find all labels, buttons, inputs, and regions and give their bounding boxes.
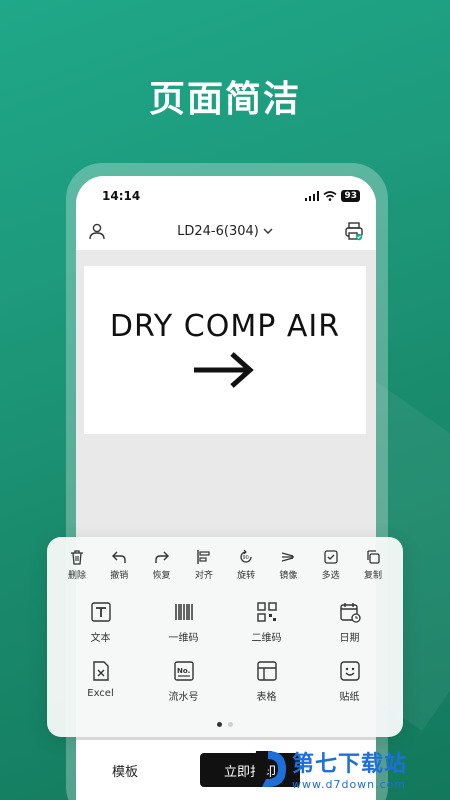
wifi-icon: [323, 191, 337, 201]
copy-button[interactable]: 复制: [353, 549, 393, 581]
template-tab[interactable]: 模板: [112, 761, 172, 780]
device-name: LD24-6(304): [177, 223, 259, 239]
element-label: 二维码: [251, 633, 282, 644]
arrow-right-icon[interactable]: [190, 348, 260, 392]
copy-icon: [367, 550, 380, 564]
add-serial-number-button[interactable]: No. 流水号: [142, 660, 225, 703]
status-icons: 93: [305, 190, 360, 202]
serial-number-icon: No.: [173, 661, 194, 681]
svg-text:90: 90: [243, 555, 249, 561]
page-dot-active: [217, 722, 222, 727]
edit-toolbar: 删除 撤销 恢复 对齐 90 旋转 镜像 多选 复制: [47, 537, 403, 581]
element-grid: 文本 一维码 二维码 日期 Excel No. 流水号 表格 贴纸: [47, 581, 403, 703]
page-headline: 页面简洁: [148, 79, 301, 120]
app-bar: LD24-6(304): [76, 216, 376, 250]
trash-icon: [71, 550, 83, 565]
user-icon[interactable]: [88, 222, 106, 240]
multi-select-button[interactable]: 多选: [311, 549, 351, 581]
add-date-button[interactable]: 日期: [308, 601, 391, 644]
chevron-down-icon: [263, 228, 273, 234]
multi-select-icon: [324, 550, 338, 564]
watermark-logo-icon: [254, 750, 286, 787]
label-text[interactable]: DRY COMP AIR: [110, 309, 340, 344]
delete-button[interactable]: 删除: [57, 549, 97, 581]
tool-label: 镜像: [279, 571, 298, 581]
barcode-icon: [174, 604, 193, 620]
align-button[interactable]: 对齐: [184, 549, 224, 581]
status-time: 14:14: [102, 189, 141, 203]
sticker-icon: [339, 661, 360, 681]
tool-label: 旋转: [237, 571, 256, 581]
add-table-button[interactable]: 表格: [225, 660, 308, 703]
tool-label: 多选: [321, 571, 340, 581]
excel-icon: [92, 661, 109, 681]
watermark-url: www.d7down.com: [292, 778, 407, 791]
align-icon: [197, 550, 210, 564]
element-label: 流水号: [168, 692, 199, 703]
battery-indicator: 93: [341, 190, 360, 202]
signal-icon: [305, 191, 320, 201]
tool-label: 恢复: [152, 571, 171, 581]
device-selector[interactable]: LD24-6(304): [177, 224, 273, 239]
status-bar: 14:14 93: [76, 176, 376, 216]
element-label: 贴纸: [339, 692, 360, 703]
text-icon: [90, 602, 111, 622]
table-icon: [256, 661, 277, 681]
element-label: 一维码: [168, 633, 199, 644]
svg-text:No.: No.: [177, 667, 190, 675]
element-label: 日期: [339, 633, 360, 644]
tool-label: 删除: [67, 571, 86, 581]
page-indicator: [47, 722, 403, 727]
watermark-name: 第七下载站: [292, 752, 408, 777]
tool-label: 撤销: [110, 571, 129, 581]
mirror-icon: [282, 552, 295, 562]
label-preview[interactable]: DRY COMP AIR: [84, 266, 366, 434]
printer-icon[interactable]: [344, 221, 364, 241]
add-text-button[interactable]: 文本: [59, 601, 142, 644]
calendar-icon: [339, 603, 361, 623]
undo-icon: [112, 551, 126, 563]
rotate-icon: 90: [240, 549, 252, 563]
element-label: 文本: [90, 633, 111, 644]
redo-button[interactable]: 恢复: [142, 549, 182, 581]
edit-panel: 删除 撤销 恢复 对齐 90 旋转 镜像 多选 复制 文本 一维码 二维码 日期…: [47, 537, 403, 737]
add-sticker-button[interactable]: 贴纸: [308, 660, 391, 703]
add-qrcode-button[interactable]: 二维码: [225, 601, 308, 644]
site-watermark: 第七下载站 www.d7down.com: [252, 746, 407, 791]
mirror-button[interactable]: 镜像: [268, 549, 308, 581]
add-barcode-button[interactable]: 一维码: [142, 601, 225, 644]
redo-icon: [154, 551, 169, 563]
tool-label: 复制: [363, 571, 382, 581]
qrcode-icon: [256, 602, 277, 622]
element-label: Excel: [87, 688, 114, 699]
element-label: 表格: [256, 692, 277, 703]
add-excel-button[interactable]: Excel: [59, 660, 142, 703]
page-dot: [228, 722, 233, 727]
undo-button[interactable]: 撤销: [99, 549, 139, 581]
tool-label: 对齐: [194, 571, 213, 581]
rotate-button[interactable]: 90 旋转: [226, 549, 266, 581]
